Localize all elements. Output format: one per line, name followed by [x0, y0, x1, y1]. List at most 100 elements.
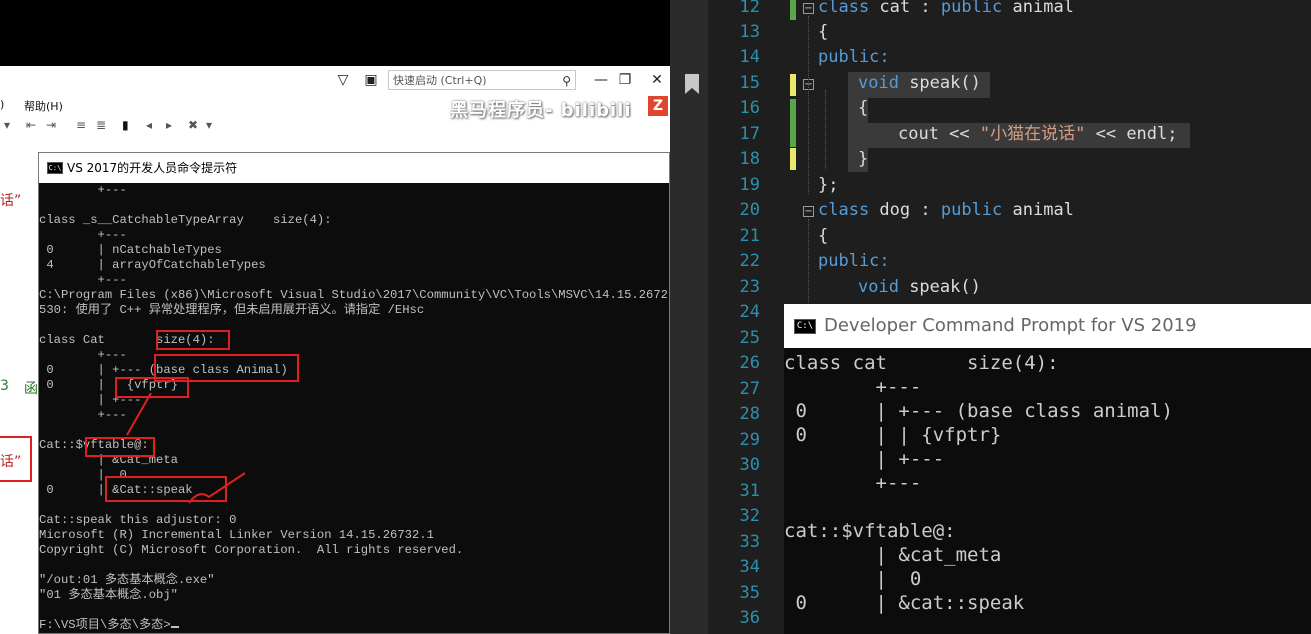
filter-icon[interactable]: ▽	[332, 70, 354, 90]
cmd19-console[interactable]: class cat size(4): +--- 0 | +--- (base c…	[784, 348, 1311, 634]
code-line: }	[858, 149, 869, 169]
code-token: public	[940, 0, 1003, 17]
code-token: class	[818, 0, 870, 17]
line-number: 18	[739, 149, 760, 169]
quick-launch-placeholder: 快速启动 (Ctrl+Q)	[393, 74, 487, 87]
line-number: 33	[739, 532, 760, 552]
change-bar-unsaved	[790, 74, 796, 96]
code-fragment-func: 函	[24, 381, 38, 397]
console-line: | +---	[784, 448, 945, 470]
line-number: 19	[739, 175, 760, 195]
line-number: 35	[739, 583, 760, 603]
line-number: 27	[739, 379, 760, 399]
line-number: 36	[739, 608, 760, 628]
line-number: 12	[739, 0, 760, 17]
cmd19-title-text: Developer Command Prompt for VS 2019	[824, 315, 1197, 336]
code-token: animal	[1002, 0, 1074, 17]
console-line: +---	[784, 472, 922, 494]
code-token: class	[818, 200, 870, 220]
uncomment-icon[interactable]: ≣	[96, 118, 106, 132]
close-button[interactable]: ✕	[646, 70, 668, 90]
code-line: public:	[818, 251, 890, 271]
code-line: public:	[818, 47, 890, 67]
menu-item-help[interactable]: 帮助(H)	[24, 98, 63, 114]
change-bar-unsaved	[790, 148, 796, 170]
next-bookmark-icon[interactable]: ▸	[166, 118, 172, 132]
annotation-arrows	[126, 392, 246, 504]
code-token: speak()	[898, 277, 981, 297]
collapse-icon[interactable]: −	[803, 3, 814, 14]
cmd19-window: C:\ Developer Command Prompt for VS 2019…	[784, 304, 1311, 634]
line-number: 25	[739, 328, 760, 348]
fold-guide	[808, 219, 809, 309]
toolbar-overflow-icon[interactable]: ▾	[206, 118, 212, 132]
minimize-button[interactable]: —	[590, 70, 612, 90]
code-line: void speak()	[858, 275, 981, 300]
toolbar-dropdown-icon[interactable]: ▾	[4, 118, 10, 132]
code-token: speak()	[898, 73, 981, 93]
line-number: 15	[739, 73, 760, 93]
code-token: cout <<	[898, 124, 980, 144]
code-token: void	[858, 73, 899, 93]
line-number: 17	[739, 124, 760, 144]
line-number: 34	[739, 557, 760, 577]
collapse-icon[interactable]: −	[803, 206, 814, 217]
code-token: animal	[1002, 200, 1074, 220]
code-line: {	[818, 22, 829, 42]
line-number: 32	[739, 506, 760, 526]
console-line: | &cat_meta	[784, 544, 1002, 566]
console-line: | 0	[784, 568, 922, 590]
fold-guide	[808, 16, 809, 194]
line-number: 29	[739, 430, 760, 450]
annotation-box	[0, 436, 32, 482]
cmd-app-icon: C:\	[794, 319, 816, 334]
line-number: 23	[739, 277, 760, 297]
line-number: 21	[739, 226, 760, 246]
line-number: 20	[739, 200, 760, 220]
clear-bookmarks-icon[interactable]: ✖	[188, 118, 198, 132]
vs-toolbar: ▾ ⇤ ⇥ ≡ ≣ ▮ ◂ ▸ ✖ ▾	[0, 118, 670, 142]
indent-guide	[825, 90, 826, 170]
comment-icon[interactable]: ≡	[76, 118, 86, 132]
console-line: 0 | | {vfptr}	[784, 424, 1002, 446]
line-number: 31	[739, 481, 760, 501]
notifications-icon[interactable]: ▣	[360, 70, 382, 90]
code-line: void speak()	[858, 71, 981, 96]
code-string: "小猫在说话"	[979, 124, 1086, 144]
code-token: void	[858, 277, 899, 297]
code-token: dog :	[869, 200, 941, 220]
code-fragment-green: 3	[0, 378, 9, 394]
code-line: };	[818, 175, 839, 195]
line-number: 24	[739, 302, 760, 322]
cmd19-titlebar: C:\ Developer Command Prompt for VS 2019	[784, 304, 1311, 348]
console-line: cat::$vftable@:	[784, 520, 956, 542]
line-number: 26	[739, 353, 760, 373]
code-fragment: 话”	[0, 193, 22, 209]
indent-icon[interactable]: ⇤	[26, 118, 36, 132]
prev-bookmark-icon[interactable]: ◂	[146, 118, 152, 132]
menu-item-partial[interactable]: )	[0, 98, 4, 111]
restore-button[interactable]: ❐	[614, 70, 636, 90]
watermark-badge: Z	[648, 96, 668, 116]
line-number: 16	[739, 98, 760, 118]
bookmark-icon[interactable]	[685, 74, 699, 94]
code-line: class cat : public animal	[818, 0, 1074, 20]
change-bar-saved	[790, 99, 796, 147]
vs-editor-strip: 话” 3 函 话”	[0, 146, 40, 634]
code-token: public	[940, 200, 1003, 220]
outdent-icon[interactable]: ⇥	[46, 118, 56, 132]
code-token: cat :	[869, 0, 941, 17]
console-line: class cat size(4):	[784, 352, 1059, 374]
vs-titlebar: ▽ ▣ 快速启动 (Ctrl+Q) ⚲ — ❐ ✕	[0, 66, 670, 94]
line-number: 14	[739, 47, 760, 67]
quick-launch-input[interactable]: 快速启动 (Ctrl+Q) ⚲	[388, 70, 576, 90]
code-line: class dog : public animal	[818, 198, 1074, 223]
line-number: 13	[739, 22, 760, 42]
line-number: 28	[739, 404, 760, 424]
bookmark-toolbar-icon[interactable]: ▮	[122, 118, 129, 132]
code-line: {	[858, 98, 869, 118]
console-line: +---	[784, 376, 922, 398]
search-icon[interactable]: ⚲	[562, 71, 571, 91]
editor-margin	[670, 0, 708, 634]
code-token: << endl;	[1085, 124, 1178, 144]
